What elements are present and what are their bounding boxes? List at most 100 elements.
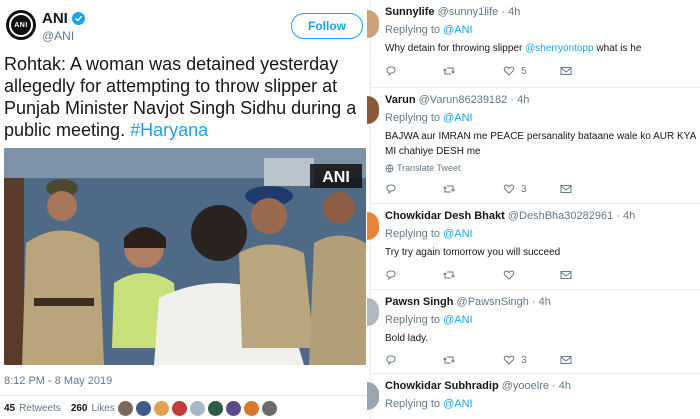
reply-time[interactable]: 4h [559, 380, 571, 392]
reply-item[interactable]: Sunnylife @sunny1life · 4h Replying to @… [367, 0, 700, 88]
reply-name[interactable]: Chowkidar Subhradip [385, 380, 499, 392]
like-button[interactable]: 3 [503, 354, 527, 366]
retweet-button[interactable] [443, 354, 455, 366]
reply-avatar[interactable] [367, 298, 379, 326]
reply-header: Chowkidar Desh Bhakt @DeshBha30282961 · … [385, 210, 636, 222]
reply-handle[interactable]: @Varun86239182 [419, 94, 508, 106]
like-icon [503, 355, 515, 365]
reply-item[interactable]: Pawsn Singh @PawsnSingh · 4h Replying to… [367, 290, 700, 374]
dm-icon [560, 356, 572, 364]
reply-item[interactable]: Chowkidar Desh Bhakt @DeshBha30282961 · … [367, 204, 700, 290]
reply-avatar[interactable] [367, 10, 379, 38]
ani-avatar[interactable]: ANI [6, 10, 36, 40]
reply-name[interactable]: Sunnylife [385, 6, 435, 18]
divider [0, 395, 370, 396]
reply-name[interactable]: Pawsn Singh [385, 296, 453, 308]
replying-mention[interactable]: @ANI [443, 398, 473, 410]
like-icon [503, 66, 515, 76]
liker-avatar[interactable] [118, 401, 133, 416]
likes-label[interactable]: Likes [92, 403, 115, 414]
liker-avatar[interactable] [190, 401, 205, 416]
reply-item[interactable]: Chowkidar Subhradip @yooelre · 4h Replyi… [367, 374, 700, 419]
retweet-button[interactable] [443, 269, 455, 281]
reply-header: Chowkidar Subhradip @yooelre · 4h [385, 380, 572, 392]
follow-button[interactable]: Follow [291, 13, 363, 39]
dm-button[interactable] [560, 183, 572, 195]
replying-to: Replying to @ANI [385, 24, 473, 36]
like-button[interactable]: 3 [503, 183, 527, 195]
translate-label[interactable]: Translate Tweet [397, 163, 461, 173]
reply-avatar[interactable] [367, 212, 379, 240]
replying-mention[interactable]: @ANI [443, 228, 473, 240]
author-display-name[interactable]: ANI [42, 10, 68, 27]
reply-text: Try try again tomorrow you will succeed [385, 247, 561, 258]
liker-avatar[interactable] [136, 401, 151, 416]
reply-name[interactable]: Chowkidar Desh Bhakt [385, 210, 505, 222]
hashtag-link[interactable]: #Haryana [130, 120, 208, 140]
ani-logo-icon: ANI [9, 13, 33, 37]
author-name-row[interactable]: ANI [42, 10, 85, 27]
replying-prefix: Replying to [385, 398, 441, 410]
retweet-button[interactable] [443, 65, 455, 77]
reply-name[interactable]: Varun [385, 94, 416, 106]
like-button[interactable]: 5 [503, 65, 527, 77]
dm-icon [560, 67, 572, 75]
reply-body: BAJWA aur IMRAN me PEACE persanality bat… [385, 129, 699, 159]
tweet-timestamp[interactable]: 8:12 PM - 8 May 2019 [4, 375, 112, 387]
reply-handle[interactable]: @sunny1life [438, 6, 499, 18]
reply-avatar[interactable] [367, 382, 379, 410]
liker-avatar[interactable] [154, 401, 169, 416]
likes-count[interactable]: 260 [71, 403, 88, 414]
reply-handle[interactable]: @DeshBha30282961 [508, 210, 613, 222]
reply-time[interactable]: 4h [517, 94, 529, 106]
liker-avatar[interactable] [226, 401, 241, 416]
retweet-button[interactable] [443, 183, 455, 195]
reply-icon [386, 355, 396, 366]
reply-avatar[interactable] [367, 96, 379, 124]
dm-button[interactable] [560, 354, 572, 366]
liker-avatar[interactable] [208, 401, 223, 416]
reply-button[interactable] [385, 269, 397, 281]
reply-mention[interactable]: @sherryontopp [525, 43, 594, 54]
replying-mention[interactable]: @ANI [443, 24, 473, 36]
retweets-count[interactable]: 45 [4, 403, 15, 414]
ani-watermark: ANI [322, 169, 350, 186]
reply-time[interactable]: 4h [539, 296, 551, 308]
reply-text: Bold lady. [385, 333, 429, 344]
liker-avatars [118, 401, 277, 416]
reply-actions [385, 269, 585, 283]
like-button[interactable] [503, 269, 515, 281]
replying-mention[interactable]: @ANI [443, 112, 473, 124]
like-icon [503, 270, 515, 280]
replying-to: Replying to @ANI [385, 398, 473, 410]
liker-avatar[interactable] [172, 401, 187, 416]
translate-tweet[interactable]: Translate Tweet [385, 163, 461, 173]
reply-text-tail: what is he [593, 43, 642, 54]
reply-time[interactable]: 4h [508, 6, 520, 18]
like-count: 3 [521, 183, 527, 195]
replying-prefix: Replying to [385, 228, 441, 240]
author-handle[interactable]: @ANI [42, 29, 85, 43]
reply-time[interactable]: 4h [623, 210, 635, 222]
retweet-icon [443, 356, 455, 364]
reply-handle[interactable]: @PawsnSingh [457, 296, 529, 308]
reply-button[interactable] [385, 354, 397, 366]
reply-header: Pawsn Singh @PawsnSingh · 4h [385, 296, 551, 308]
reply-button[interactable] [385, 183, 397, 195]
tweet-stats: 45 Retweets 260 Likes [4, 403, 115, 414]
replying-prefix: Replying to [385, 24, 441, 36]
dm-button[interactable] [560, 65, 572, 77]
reply-handle[interactable]: @yooelre [502, 380, 549, 392]
retweets-label[interactable]: Retweets [19, 403, 61, 414]
reply-button[interactable] [385, 65, 397, 77]
reply-item[interactable]: Varun @Varun86239182 · 4h Replying to @A… [367, 88, 700, 204]
like-count: 5 [521, 65, 527, 77]
liker-avatar[interactable] [262, 401, 277, 416]
replying-mention[interactable]: @ANI [443, 314, 473, 326]
liker-avatar[interactable] [244, 401, 259, 416]
dm-icon [560, 185, 572, 193]
retweet-icon [443, 185, 455, 193]
tweet-text: Rohtak: A woman was detained yesterday a… [4, 53, 369, 141]
dm-button[interactable] [560, 269, 572, 281]
tweet-photo[interactable]: ANI [4, 148, 366, 365]
